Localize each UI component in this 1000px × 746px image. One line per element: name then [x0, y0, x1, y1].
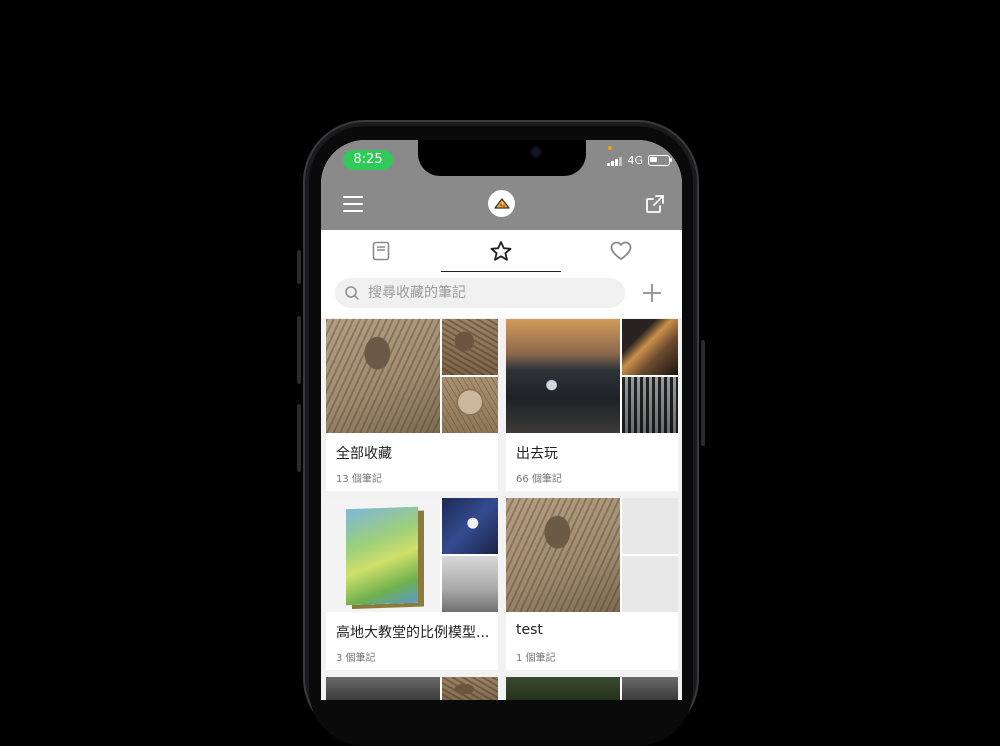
menu-icon	[343, 196, 363, 198]
search-icon	[345, 286, 359, 300]
collection-title: 高地大教堂的比例模型...	[336, 625, 490, 641]
thumbnail-image	[326, 677, 440, 700]
collection-tabs	[321, 230, 682, 273]
thumbnail-image	[442, 319, 498, 375]
search-bar	[335, 278, 625, 308]
share-button[interactable]	[645, 194, 665, 214]
app-logo[interactable]	[488, 190, 515, 217]
collection-card[interactable]: 高地大教堂的比例模型... 3 個筆記	[326, 498, 498, 670]
menu-button[interactable]	[343, 196, 363, 212]
app-header: 8:25 4G	[321, 140, 682, 230]
app-screen: 8:25 4G 搜尋收藏的筆記 全部收藏 13 個筆記 出去玩 66 個筆記 高…	[321, 140, 682, 700]
thumbnail-image	[442, 556, 498, 612]
collection-title: test	[516, 622, 543, 638]
tab-favorites[interactable]	[441, 230, 561, 273]
thumbnail-image	[622, 319, 678, 375]
collection-count: 66 個筆記	[516, 474, 562, 485]
thumbnail-placeholder	[622, 556, 678, 612]
battery-icon	[648, 155, 672, 166]
thumbnail-image	[442, 377, 498, 433]
collection-card[interactable]: test 1 個筆記	[506, 498, 678, 670]
search-input[interactable]	[366, 284, 610, 302]
collection-thumbnails	[506, 498, 678, 612]
thumbnail-image	[506, 677, 620, 700]
volume-up-button	[297, 316, 301, 384]
collection-thumbnails	[326, 319, 498, 433]
heart-icon	[610, 241, 632, 260]
notebook-icon	[372, 241, 390, 261]
pizza-logo-icon	[493, 197, 510, 209]
search-row	[321, 272, 682, 318]
collection-card[interactable]	[326, 677, 498, 700]
thumbnail-image	[622, 677, 678, 700]
collection-count: 1 個筆記	[516, 653, 556, 664]
thumbnail-image	[442, 677, 498, 700]
mute-switch	[297, 250, 301, 284]
collection-title: 出去玩	[516, 446, 558, 462]
collection-card[interactable]: 全部收藏 13 個筆記	[326, 319, 498, 491]
collection-count: 3 個筆記	[336, 653, 376, 664]
star-icon	[490, 241, 512, 261]
power-button	[701, 340, 705, 446]
collection-thumbnails	[506, 319, 678, 433]
volume-down-button	[297, 404, 301, 472]
status-indicators: 4G	[607, 154, 672, 167]
collection-count: 13 個筆記	[336, 474, 382, 485]
privacy-indicator	[608, 146, 612, 150]
collection-card[interactable]	[506, 677, 678, 700]
tab-likes[interactable]	[561, 230, 681, 272]
thumbnail-image	[442, 498, 498, 554]
thumbnail-image	[326, 319, 440, 433]
add-collection-button[interactable]	[643, 284, 661, 302]
thumbnail-placeholder	[622, 498, 678, 554]
collection-title: 全部收藏	[336, 446, 392, 462]
signal-icon	[607, 156, 623, 166]
network-label: 4G	[627, 154, 643, 167]
thumbnail-image	[326, 498, 440, 612]
thumbnail-image	[506, 498, 620, 612]
tab-notes[interactable]	[321, 230, 441, 272]
front-camera	[530, 146, 542, 158]
share-icon	[646, 195, 664, 213]
collection-thumbnails	[326, 498, 498, 612]
status-time: 8:25	[343, 150, 393, 170]
thumbnail-image	[506, 319, 620, 433]
thumbnail-image	[622, 377, 678, 433]
notch	[418, 140, 586, 176]
collection-card[interactable]: 出去玩 66 個筆記	[506, 319, 678, 491]
